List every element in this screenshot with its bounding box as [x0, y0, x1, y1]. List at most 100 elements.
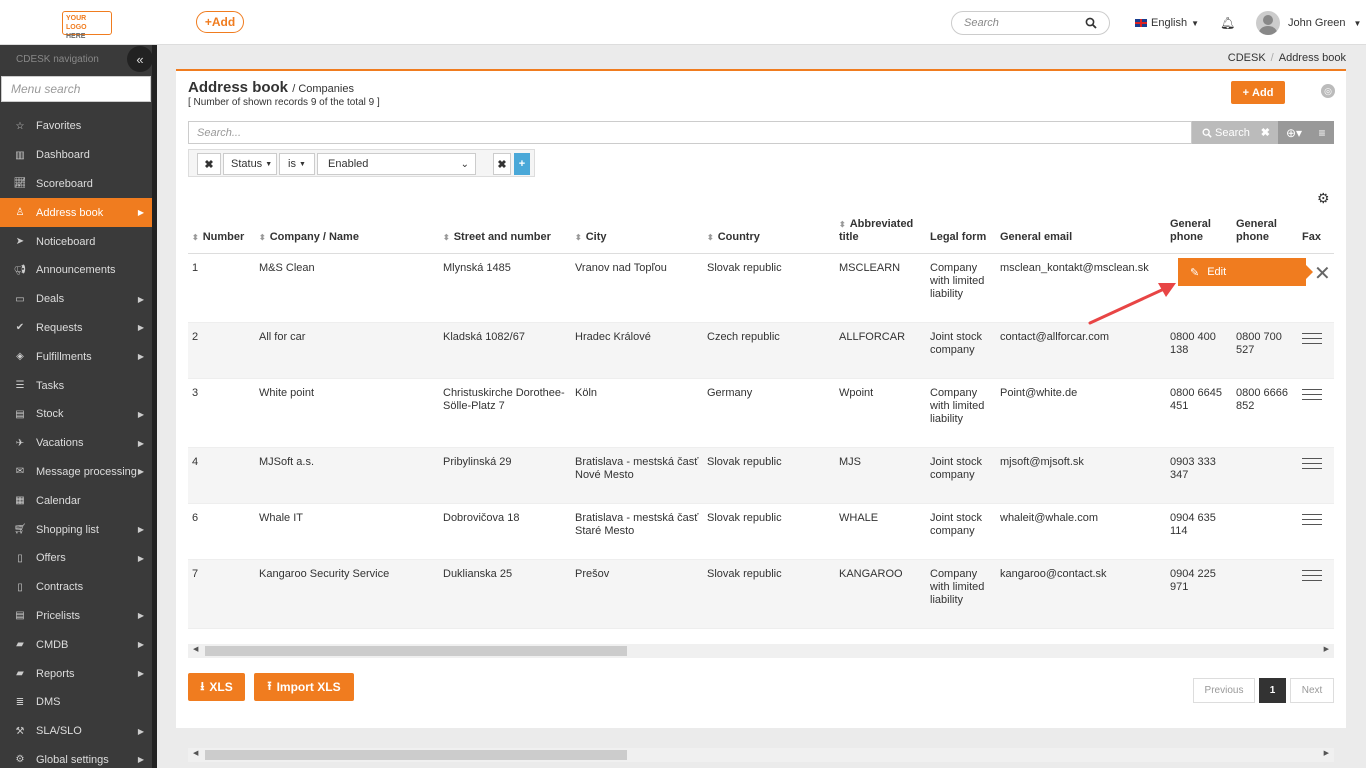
caret-right-icon: ▶ [137, 352, 144, 362]
sidebar-item-dashboard[interactable]: ▥ Dashboard [0, 141, 152, 170]
page-title: Address book / Companies [188, 79, 354, 96]
filter-value-select[interactable]: Enabled ⌄ [317, 153, 476, 175]
cell-legal: Joint stock company [926, 447, 996, 504]
sidebar-item-dms[interactable]: ≣ DMS [0, 688, 152, 717]
row-menu-icon[interactable] [1302, 513, 1322, 525]
sidebar-item-contracts[interactable]: ▯ Contracts [0, 573, 152, 602]
pagination-previous[interactable]: Previous [1193, 678, 1255, 703]
global-search-input[interactable]: Search [951, 11, 1110, 35]
scrollbar-thumb[interactable] [205, 646, 627, 656]
sidebar-item-vacations[interactable]: ✈ Vacations ▶ [0, 429, 152, 458]
remove-filter-icon[interactable]: ✖ [197, 153, 221, 175]
advanced-search-icon[interactable]: ⊕▾ [1278, 121, 1310, 144]
sidebar-item-message-processing[interactable]: ✉ Message processing ▶ [0, 458, 152, 487]
col-abbr[interactable]: ⬍ Abbreviated title [835, 213, 926, 254]
row-menu-icon[interactable] [1302, 457, 1322, 469]
edit-row-button[interactable]: ✎ Edit [1178, 258, 1313, 286]
sidebar-item-tasks[interactable]: ☰ Tasks [0, 371, 152, 400]
sidebar-item-pricelists[interactable]: ▤ Pricelists ▶ [0, 602, 152, 631]
download-icon: ⭳ [200, 678, 205, 693]
scroll-right-icon[interactable]: ▶ [1324, 749, 1329, 757]
row-menu-icon[interactable] [1302, 388, 1322, 400]
cell-street: Dobrovičova 18 [439, 503, 571, 560]
col-phone2[interactable]: General phone [1232, 213, 1298, 254]
caret-right-icon: ▶ [137, 409, 144, 419]
table-row[interactable]: 3 White point Christuskirche Dorothee-Söll… [188, 378, 1334, 448]
sidebar-item-announcements[interactable]: 📢︎ Announcements [0, 256, 152, 285]
pagination-page-current[interactable]: 1 [1259, 678, 1286, 703]
table-row[interactable]: 2 All for car Kladská 1082/67 Hradec Králov… [188, 322, 1334, 379]
import-xls-button[interactable]: ⭱ Import XLS [254, 673, 354, 701]
sidebar-item-requests[interactable]: ✔ Requests ▶ [0, 314, 152, 343]
column-settings-gear-icon[interactable]: ⚙ [1317, 190, 1330, 207]
col-number[interactable]: ⬍ Number [188, 213, 255, 254]
page-horizontal-scrollbar[interactable]: ◀ ▶ [188, 748, 1334, 762]
col-email[interactable]: General email [996, 213, 1166, 254]
paper-plane-icon: ➤ [15, 236, 25, 248]
col-country[interactable]: ⬍ Country [703, 213, 835, 254]
close-row-menu-icon[interactable]: ✕ [1314, 261, 1331, 286]
scroll-left-icon[interactable]: ◀ [193, 749, 198, 757]
table-horizontal-scrollbar[interactable]: ◀ ▶ [188, 644, 1334, 658]
table-row[interactable]: 4 MJSoft a.s. Pribylinská 29 Bratislava - m… [188, 447, 1334, 504]
col-company[interactable]: ⬍ Company / Name [255, 213, 439, 254]
table-search-input[interactable]: Search... [188, 121, 1192, 144]
table-row[interactable]: 6 Whale IT Dobrovičova 18 Bratislava - mest… [188, 503, 1334, 560]
clear-search-icon[interactable]: ✖ [1261, 126, 1270, 139]
search-icon [1202, 128, 1212, 138]
cart-icon: 🛒︎ [13, 524, 27, 536]
row-menu-icon[interactable] [1302, 332, 1322, 344]
quick-add-button[interactable]: +Add [196, 11, 244, 33]
sidebar-item-sla-slo[interactable]: ⚒ SLA/SLO ▶ [0, 717, 152, 746]
collapse-sidebar-icon[interactable]: « [127, 46, 153, 72]
col-city[interactable]: ⬍ City [571, 213, 703, 254]
col-legal[interactable]: Legal form [926, 213, 996, 254]
sidebar-item-address-book[interactable]: ♙ Address book ▶ [0, 198, 152, 228]
sidebar-item-shopping-list[interactable]: 🛒︎ Shopping list ▶ [0, 515, 152, 544]
sidebar-item-global-settings[interactable]: ⚙ Global settings ▶ [0, 746, 152, 768]
clear-filters-icon[interactable]: ✖ [493, 153, 511, 175]
sidebar-item-favorites[interactable]: ☆ Favorites [0, 112, 152, 141]
col-street-label: Street and number [453, 230, 551, 243]
cell-fax [1298, 559, 1334, 629]
sidebar-item-stock[interactable]: ▤ Stock ▶ [0, 400, 152, 429]
breadcrumb-root[interactable]: CDESK [1228, 52, 1266, 64]
add-record-button[interactable]: + Add [1231, 81, 1285, 104]
upload-icon: ⭱ [267, 678, 272, 693]
scroll-left-icon[interactable]: ◀ [193, 645, 198, 653]
sidebar-item-calendar[interactable]: ▦ Calendar [0, 486, 152, 515]
sort-icon: ⬍ [192, 232, 199, 242]
logo[interactable]: YOUR LOGO HERE [62, 11, 112, 40]
sidebar-item-fulfillments[interactable]: ◈ Fulfillments ▶ [0, 342, 152, 371]
add-filter-icon[interactable]: + [514, 153, 530, 175]
list-menu-icon[interactable]: ≡ [1310, 121, 1334, 144]
scroll-right-icon[interactable]: ▶ [1324, 645, 1329, 653]
bell-icon[interactable]: 🔔︎ [1220, 16, 1235, 30]
search-icon[interactable] [1085, 17, 1097, 29]
search-button[interactable]: Search ✖ [1192, 121, 1278, 144]
sidebar-item-cmdb[interactable]: ▰ CMDB ▶ [0, 630, 152, 659]
table-row[interactable]: 7 Kangaroo Security Service Duklianska 25 P… [188, 559, 1334, 629]
filter-operator-select[interactable]: is ▼ [279, 153, 315, 175]
sidebar-item-scoreboard[interactable]: 📈︎ Scoreboard [0, 170, 152, 199]
col-fax[interactable]: Fax [1298, 213, 1334, 254]
pagination-next[interactable]: Next [1290, 678, 1334, 703]
sidebar-item-offers[interactable]: ▯ Offers ▶ [0, 544, 152, 573]
col-phone1[interactable]: General phone [1166, 213, 1232, 254]
col-street[interactable]: ⬍ Street and number [439, 213, 571, 254]
row-menu-icon[interactable] [1302, 569, 1322, 581]
user-menu[interactable]: John Green ▼ [1256, 11, 1361, 35]
breadcrumb: CDESK / Address book [1227, 52, 1346, 64]
folder-icon: ▰ [16, 639, 24, 651]
scrollbar-thumb[interactable] [205, 750, 627, 760]
filter-field-select[interactable]: Status ▼ [223, 153, 277, 175]
sidebar-item-reports[interactable]: ▰ Reports ▶ [0, 659, 152, 688]
compass-icon[interactable]: ◎ [1321, 84, 1335, 98]
sidebar-item-noticeboard[interactable]: ➤ Noticeboard [0, 227, 152, 256]
export-xls-button[interactable]: ⭳ XLS [188, 673, 245, 701]
sidebar-item-label: Dashboard [36, 149, 90, 162]
sidebar-item-deals[interactable]: ▭ Deals ▶ [0, 285, 152, 314]
cell-abbr: MJS [835, 447, 926, 504]
language-selector[interactable]: English ▼ [1135, 17, 1199, 29]
menu-search-input[interactable]: Menu search [1, 76, 151, 102]
